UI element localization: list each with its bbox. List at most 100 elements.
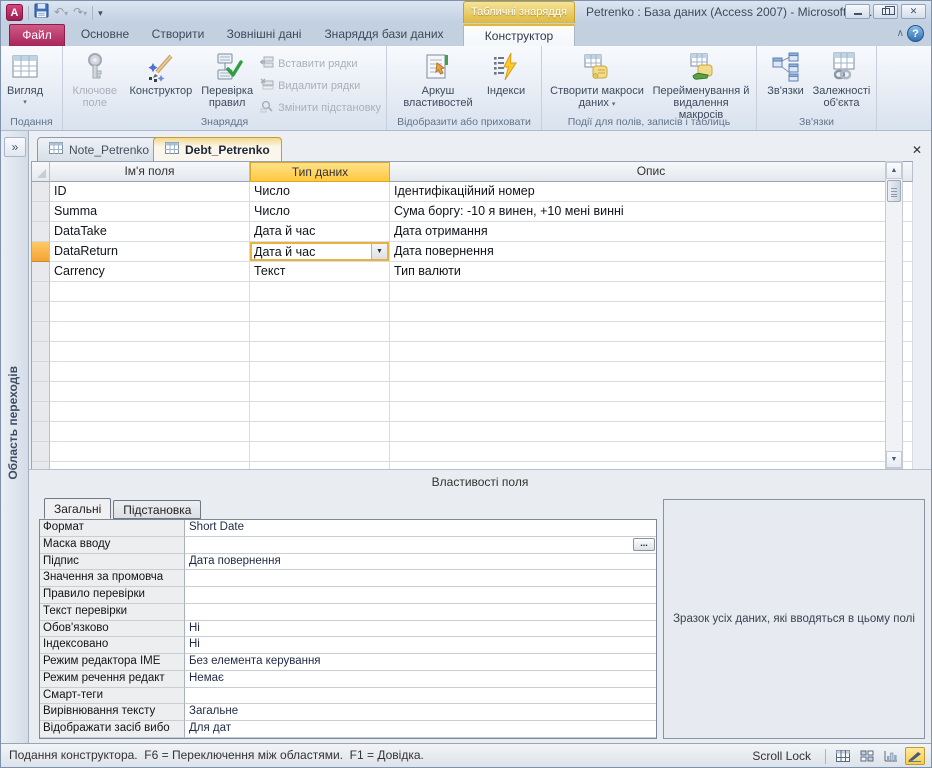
data-type-cell[interactable]: Дата й час xyxy=(250,222,390,242)
scroll-down-icon[interactable]: ▼ xyxy=(886,451,902,468)
rename-delete-macro-button[interactable]: Перейменування й видалення макросів xyxy=(649,48,753,121)
datasheet-view-button[interactable] xyxy=(833,747,853,765)
contextual-tab-group-table-tools: Табличні знаряддя xyxy=(463,1,575,23)
combobox-dropdown-icon[interactable]: ▼ xyxy=(371,244,387,259)
data-type-cell[interactable]: Число xyxy=(250,182,390,202)
data-type-cell[interactable]: Число xyxy=(250,202,390,222)
restore-button[interactable] xyxy=(873,4,898,19)
tab-create[interactable]: Створити xyxy=(147,24,209,46)
property-value[interactable] xyxy=(185,604,656,621)
empty-field-row[interactable] xyxy=(32,402,913,422)
property-row: Формат Short Date xyxy=(40,520,656,537)
field-properties-divider-label: Властивості поля xyxy=(431,475,529,489)
property-value[interactable]: Дата повернення xyxy=(185,554,656,571)
relationships-button[interactable]: Зв'язки xyxy=(761,48,811,115)
test-validation-rules-button[interactable]: Перевірка правил xyxy=(198,48,256,115)
document-close-icon[interactable]: ✕ xyxy=(912,144,922,156)
property-value[interactable]: ... xyxy=(185,537,656,554)
property-value[interactable]: Ні xyxy=(185,621,656,638)
pivottable-view-button[interactable] xyxy=(857,747,877,765)
tab-debt-petrenko[interactable]: Debt_Petrenko xyxy=(153,137,282,161)
save-icon[interactable] xyxy=(34,3,49,22)
vertical-scrollbar[interactable]: ▲ ▼ xyxy=(885,161,903,469)
builder-ellipsis-button[interactable]: ... xyxy=(633,537,655,551)
property-value[interactable]: Без елемента керування xyxy=(185,654,656,671)
status-message: Подання конструктора. F6 = Переключення … xyxy=(9,748,424,762)
empty-field-row[interactable] xyxy=(32,322,913,342)
modify-lookups-button[interactable]: Змінити підстановку xyxy=(260,99,381,116)
create-data-macros-button[interactable]: Створити макроси даних ▾ xyxy=(545,48,649,115)
object-dependencies-button[interactable]: Залежності об'єкта xyxy=(811,48,873,115)
empty-field-row[interactable] xyxy=(32,362,913,382)
delete-rows-button[interactable]: Видалити рядки xyxy=(260,77,381,94)
property-sheet-button[interactable]: Аркуш властивостей xyxy=(396,48,480,115)
description-cell[interactable]: Сума боргу: -10 я винен, +10 мені винні xyxy=(390,202,913,222)
field-name-cell[interactable]: Carrency xyxy=(50,262,250,282)
redo-icon[interactable]: ↷▾ xyxy=(73,4,87,22)
nav-pane-expand-icon[interactable]: » xyxy=(4,137,26,157)
empty-field-row[interactable] xyxy=(32,382,913,402)
design-view-button[interactable] xyxy=(905,747,925,765)
property-value[interactable]: Немає xyxy=(185,671,656,688)
property-value[interactable]: Ні xyxy=(185,637,656,655)
indexes-button[interactable]: Індекси xyxy=(480,48,532,115)
column-header-data-type[interactable]: Тип даних xyxy=(250,162,390,182)
data-type-cell[interactable]: Текст xyxy=(250,262,390,282)
row-selector[interactable] xyxy=(32,202,50,222)
field-name-cell[interactable]: DataTake xyxy=(50,222,250,242)
description-cell[interactable]: Дата отримання xyxy=(390,222,913,242)
row-selector[interactable] xyxy=(32,222,50,242)
description-cell[interactable]: Ідентифікаційний номер xyxy=(390,182,913,202)
field-name-cell[interactable]: Summa xyxy=(50,202,250,222)
view-button[interactable]: Вигляд ▾ xyxy=(4,48,46,115)
property-value[interactable] xyxy=(185,570,656,588)
empty-field-row[interactable] xyxy=(32,342,913,362)
data-type-combobox[interactable]: Дата й час ▼ xyxy=(250,242,389,261)
tab-lookup[interactable]: Підстановка xyxy=(113,500,202,519)
description-cell[interactable]: Тип валюти xyxy=(390,262,913,282)
grid-corner-selector[interactable] xyxy=(32,162,50,182)
tab-file[interactable]: Файл xyxy=(9,24,65,46)
tab-design[interactable]: Конструктор xyxy=(463,24,575,46)
close-button[interactable]: ✕ xyxy=(901,4,926,19)
tab-general[interactable]: Загальні xyxy=(44,498,112,519)
row-selector-active[interactable] xyxy=(32,242,50,262)
customize-qat-icon[interactable]: ▾ xyxy=(98,5,103,21)
empty-field-row[interactable] xyxy=(32,442,913,462)
tab-external-data[interactable]: Зовнішні дані xyxy=(219,24,309,46)
nav-pane-label[interactable]: Область переходів xyxy=(6,366,20,480)
field-name-cell[interactable]: ID xyxy=(50,182,250,202)
help-icon[interactable]: ? xyxy=(907,25,924,42)
pivotchart-view-button[interactable] xyxy=(881,747,901,765)
tab-home[interactable]: Основне xyxy=(73,24,137,46)
description-cell[interactable]: Дата повернення xyxy=(390,242,913,262)
builder-button[interactable]: Конструктор xyxy=(124,48,199,115)
property-value[interactable] xyxy=(185,587,656,604)
empty-field-row[interactable] xyxy=(32,282,913,302)
primary-key-button[interactable]: Ключове поле xyxy=(66,48,124,115)
empty-field-row[interactable] xyxy=(32,302,913,322)
status-separator xyxy=(825,748,826,764)
empty-field-row[interactable] xyxy=(32,422,913,442)
property-value[interactable] xyxy=(185,688,656,705)
scrollbar-thumb[interactable] xyxy=(887,180,901,202)
tab-database-tools[interactable]: Знаряддя бази даних xyxy=(317,24,451,46)
insert-rows-button[interactable]: Вставити рядки xyxy=(259,55,381,72)
field-name-cell[interactable]: DataReturn xyxy=(50,242,250,262)
ribbon-collapse-icon[interactable]: ∧ xyxy=(897,28,904,39)
row-selector[interactable] xyxy=(32,262,50,282)
tab-note-petrenko[interactable]: Note_Petrenko xyxy=(37,137,162,161)
scroll-up-icon[interactable]: ▲ xyxy=(886,162,902,179)
property-grid: Формат Short Date Маска вводу... Підпис Да… xyxy=(39,519,657,739)
access-app-icon[interactable]: A xyxy=(6,4,23,21)
column-header-field-name[interactable]: Ім'я поля xyxy=(50,162,250,182)
empty-field-row[interactable] xyxy=(32,462,913,469)
magic-wand-icon xyxy=(145,51,177,83)
property-value[interactable]: Short Date xyxy=(185,520,656,537)
column-header-description[interactable]: Опис xyxy=(390,162,913,182)
property-value[interactable]: Загальне xyxy=(185,704,656,722)
undo-icon[interactable]: ↶▾ xyxy=(54,4,68,22)
property-value[interactable]: Для дат xyxy=(185,721,656,738)
minimize-button[interactable] xyxy=(845,4,870,19)
row-selector[interactable] xyxy=(32,182,50,202)
